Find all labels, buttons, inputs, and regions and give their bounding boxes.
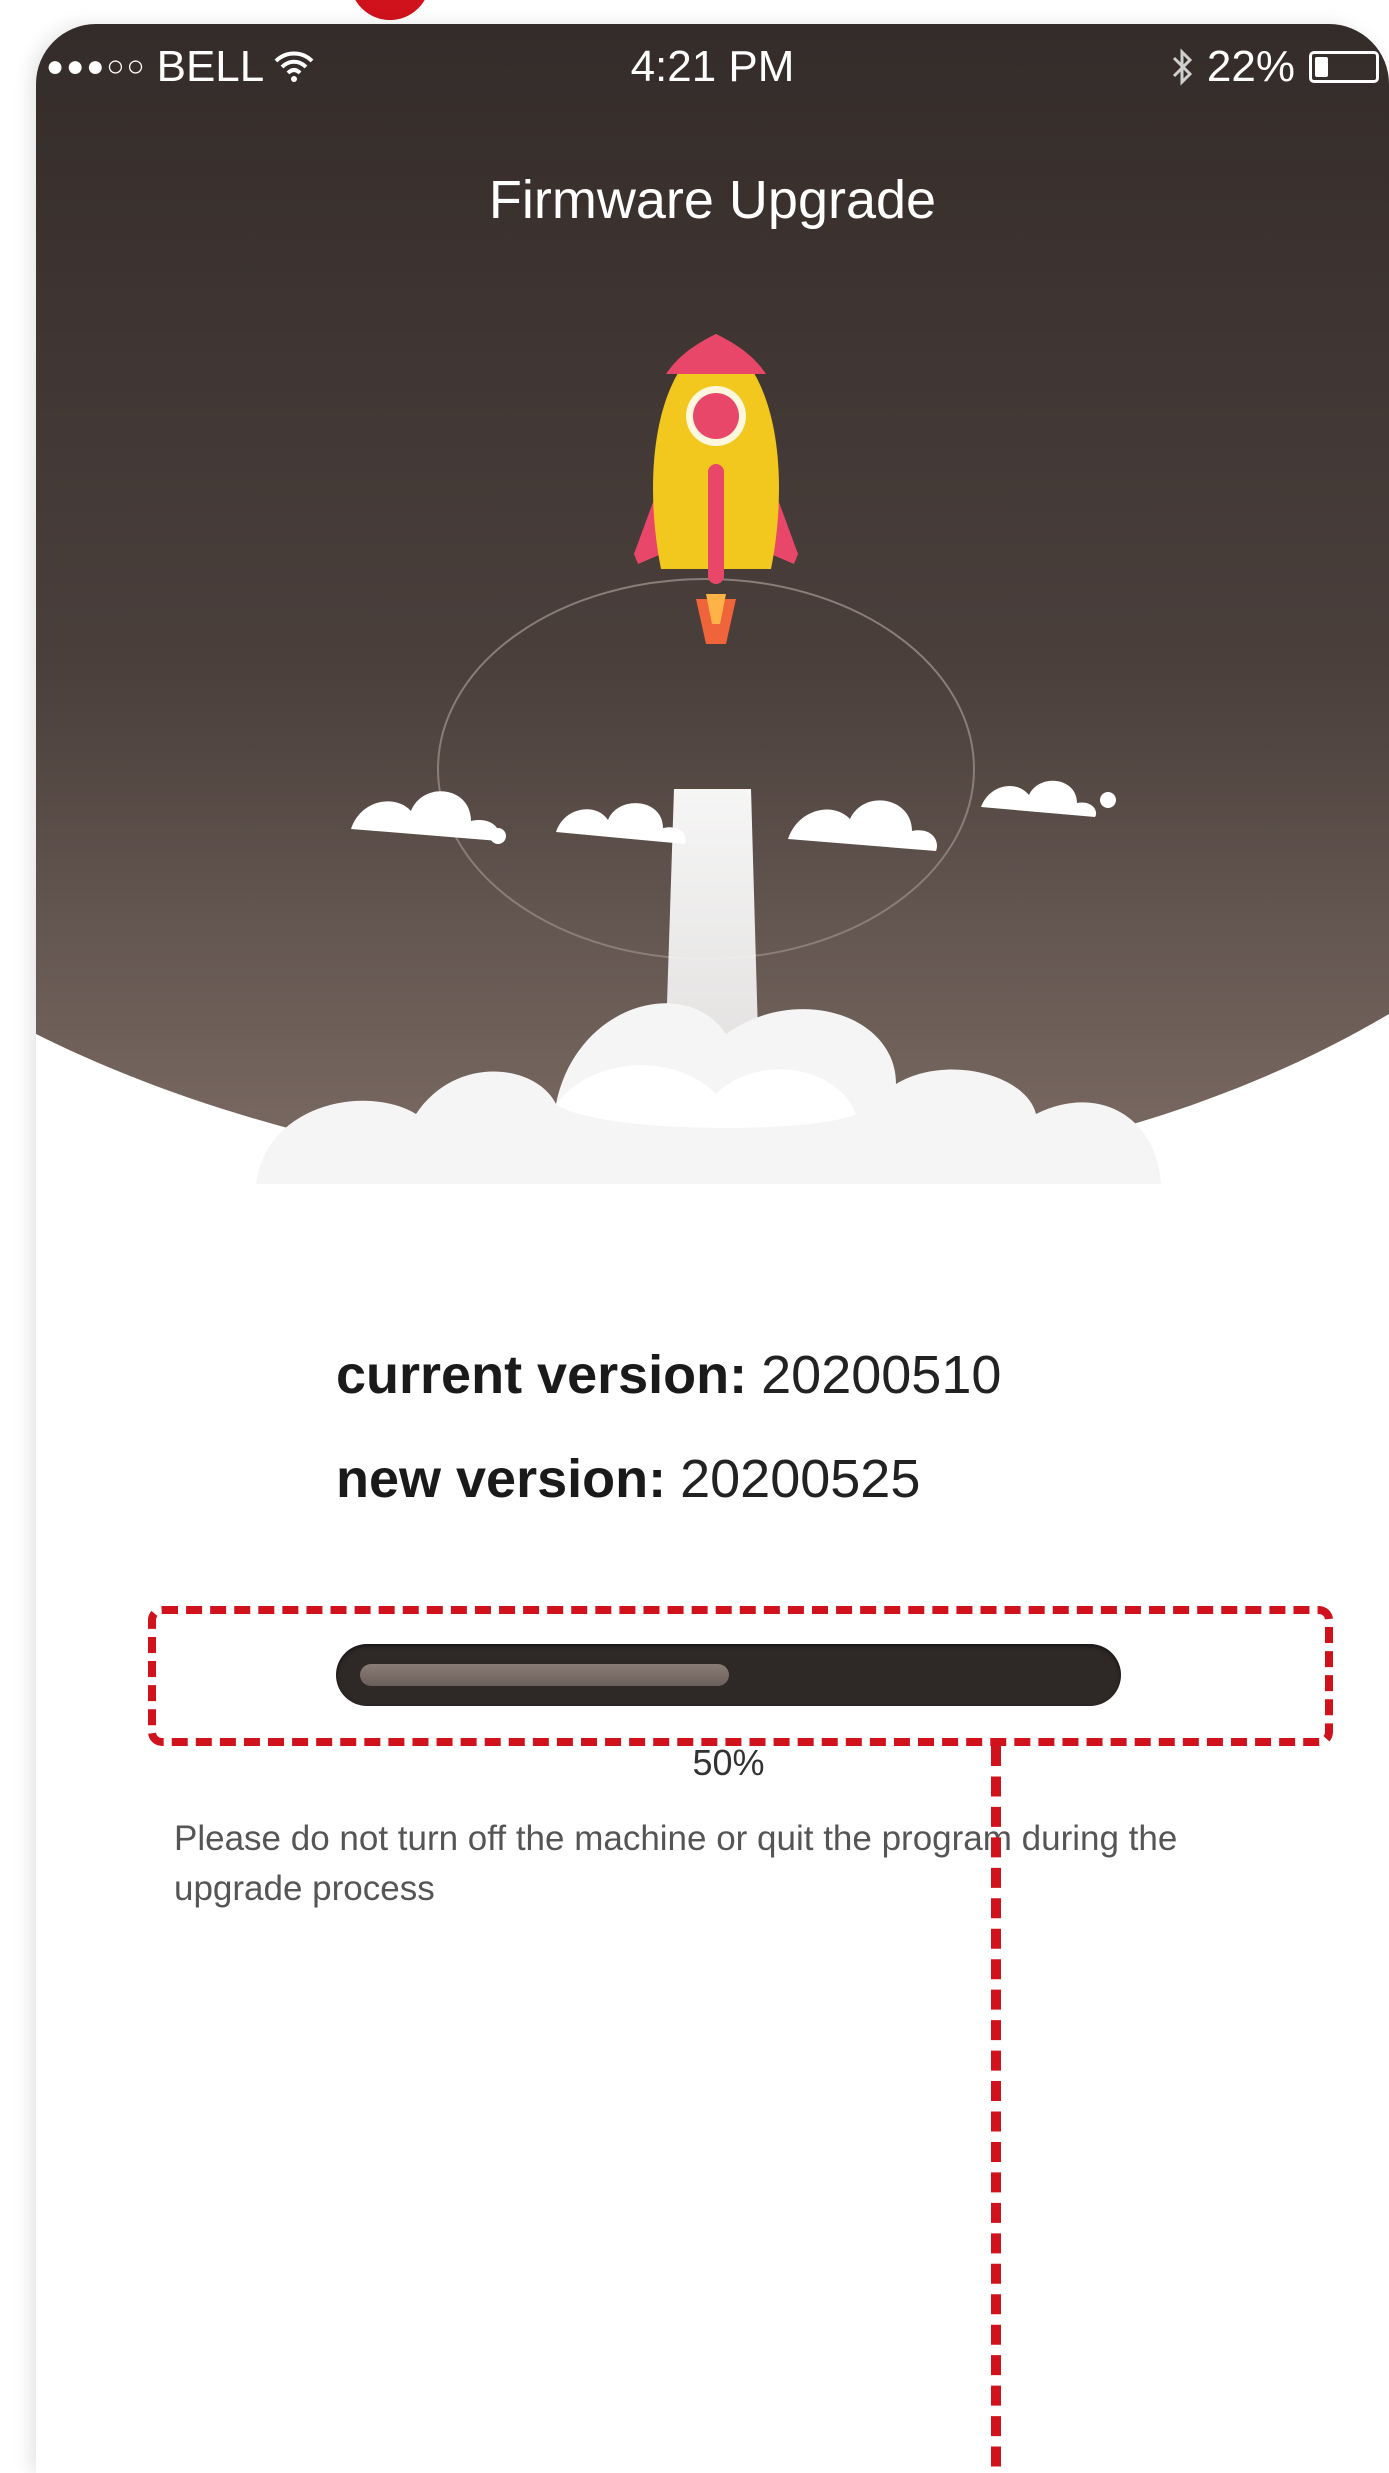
current-version-value: 20200510	[761, 1345, 1002, 1405]
bluetooth-icon	[1172, 48, 1193, 86]
status-bar: ●●●○○ BELL 4:21 PM 22%	[36, 24, 1389, 114]
battery-percent: 22%	[1206, 42, 1295, 91]
annotation-leader-line	[991, 1746, 1001, 2473]
status-right-group: 22%	[1171, 42, 1379, 92]
new-version-row: new version: 20200525	[336, 1448, 1001, 1510]
current-version-row: current version: 20200510	[336, 1344, 1001, 1406]
upgrade-progress-percent: 50%	[692, 1742, 765, 1783]
new-version-label: new version:	[336, 1449, 667, 1509]
phone-screen: ●●●○○ BELL 4:21 PM 22% Firmware Upgrade …	[36, 24, 1389, 2473]
battery-icon	[1309, 51, 1379, 83]
version-info: current version: 20200510 new version: 202…	[336, 1344, 1001, 1552]
annotation-marker	[350, 0, 430, 20]
upgrade-warning-text: Please do not turn off the machine or qu…	[174, 1819, 1178, 1908]
current-version-label: current version:	[336, 1345, 748, 1405]
page-title: Firmware Upgrade	[488, 170, 937, 230]
new-version-value: 20200525	[680, 1449, 921, 1509]
annotation-highlight-box	[148, 1606, 1333, 1746]
battery-level-fill	[1315, 57, 1328, 77]
